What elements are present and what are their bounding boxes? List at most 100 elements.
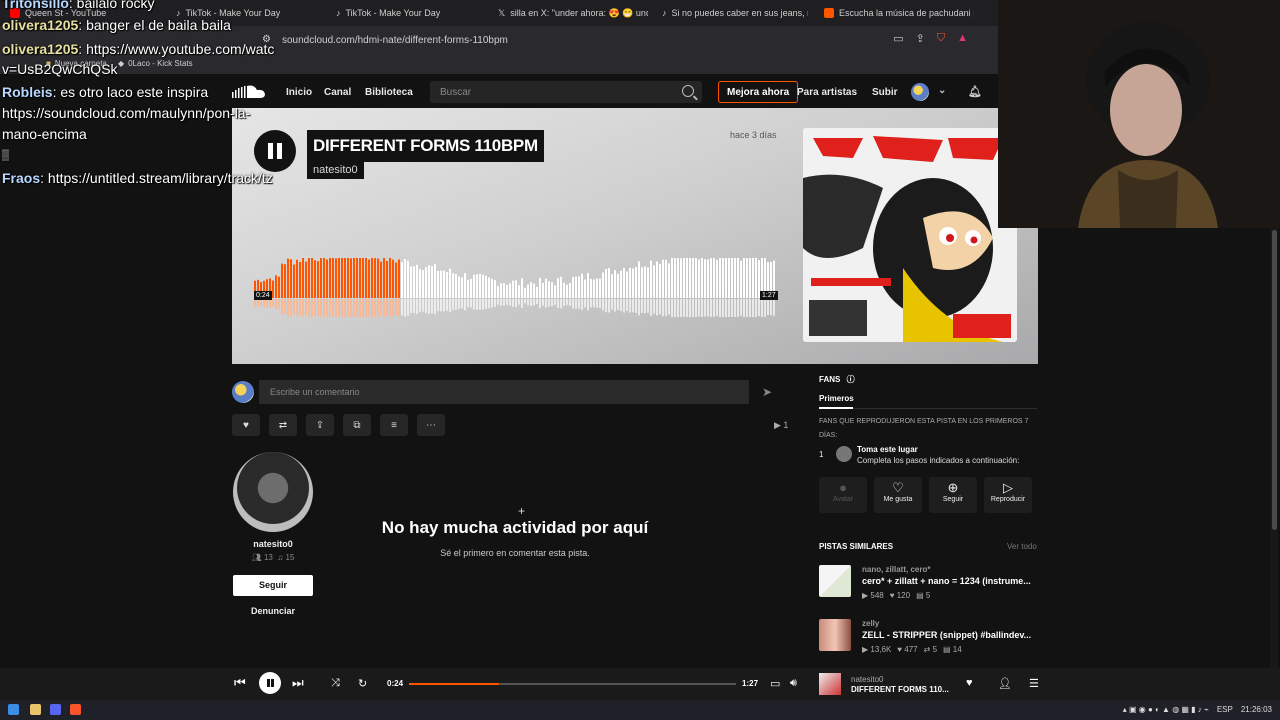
likes-value: 120 [896,591,911,600]
comment-input[interactable]: Escribe un comentario [259,380,749,404]
like-button[interactable]: ♥ [232,414,260,436]
progress-bar[interactable] [409,683,736,685]
waveform-bar [680,258,682,298]
add-to-playlist-button[interactable]: ≡ [380,414,408,436]
chevron-down-icon[interactable]: ⌄ [938,85,946,96]
send-icon[interactable]: ➤ [762,385,776,399]
pause-button[interactable] [254,130,296,172]
waveform-bar [467,279,469,298]
scrollbar-thumb[interactable] [1272,230,1277,530]
player-like-icon[interactable]: ♥ [966,677,973,689]
share-button[interactable]: ⇪ [306,414,334,436]
uploader-avatar[interactable] [233,452,313,532]
player-title[interactable]: DIFFERENT FORMS 110... [851,685,949,694]
nav-feed[interactable]: Canal [324,87,351,98]
copy-link-button[interactable]: ⧉ [343,414,371,436]
tracks-count[interactable]: 15 [286,553,295,562]
screen: Queen St - YouTube ♪ TikTok - Make Your … [0,0,1280,720]
waveform-reflection [695,299,697,317]
cast-icon[interactable]: ▭ [893,32,903,45]
waveform-bar [497,285,499,298]
waveform-bar [473,274,475,298]
step-follow[interactable]: ⊕ Seguir [929,477,977,513]
follow-icon[interactable]: 👤︎ [998,677,1012,690]
chat-text: https://untitled.stream/library/track/tz [47,170,273,186]
share-icon[interactable]: ⇪ [916,32,925,45]
similar-track[interactable]: nano, zillatt, cero* cero* + zillatt + n… [819,565,1039,607]
bookmark-kickstats[interactable]: ◆ 0Laco - Kick Stats [118,59,193,68]
waveform-reflection [389,299,391,317]
similar-track-artist[interactable]: nano, zillatt, cero* [862,565,930,574]
brave-icon[interactable] [70,704,81,715]
player-track-thumb[interactable] [819,673,841,695]
waveform-bar [752,258,754,298]
soundcloud-logo-icon[interactable] [232,84,266,100]
more-icon: ⋯ [426,419,436,431]
tiktok-icon: ♪ [662,8,667,18]
uploader-name[interactable]: natesito0 [233,539,313,549]
similar-track-title[interactable]: cero* + zillatt + nano = 1234 (instrume.… [862,576,1037,586]
waveform[interactable] [254,256,776,320]
report-button[interactable]: Denunciar [233,606,313,616]
discord-icon[interactable] [50,704,61,715]
bell-icon[interactable]: 🔔︎ [968,85,982,98]
search-icon[interactable] [682,85,694,97]
waveform-reflection [287,299,289,317]
next-icon[interactable]: ⏭︎ [292,675,304,691]
waveform-reflection [308,299,310,317]
info-icon[interactable]: ⓘ [847,375,855,384]
tray-icons[interactable]: ▴ ▣ ◉ ● ◐ ▲ ◍ ▦ ▮ ♪ ⌁ [1123,705,1209,714]
player-pause-button[interactable] [259,672,281,694]
step-label: Seguir [942,496,964,503]
fans-description: FANS QUE REPRODUJERON ESTA PISTA EN LOS … [819,418,1029,439]
waveform-bar [635,267,637,298]
track-artist[interactable]: natesito0 [307,161,364,179]
rewards-icon[interactable]: ▲ [957,32,968,45]
user-avatar[interactable] [911,83,929,101]
shuffle-icon[interactable]: ⤨ [331,677,340,690]
tab-tiktok-2[interactable]: ♪ TikTok - Make Your Day [336,5,486,21]
upgrade-button[interactable]: Mejora ahora [718,81,799,103]
tab-soundcloud[interactable]: Escucha la música de pachudani | D... [824,5,974,21]
nav-home[interactable]: Inicio [286,87,312,98]
start-icon[interactable] [8,704,19,715]
clock[interactable]: 21:26:03 [1241,705,1272,714]
url-field[interactable]: soundcloud.com/hdmi-nate/different-forms… [282,35,508,46]
step-like[interactable]: ♡ Me gusta [874,477,922,513]
search-input[interactable]: Buscar [430,81,702,103]
see-all-link[interactable]: Ver todo [1007,542,1037,551]
more-button[interactable]: ⋯ [417,414,445,436]
similar-track-thumb[interactable] [819,619,851,651]
waveform-bar [413,266,415,298]
waveform-bar [494,280,496,298]
similar-track[interactable]: zelly ZELL - STRIPPER (snippet) #ballind… [819,619,1039,661]
player-artist[interactable]: natesito0 [851,675,883,684]
cast-icon[interactable]: ▭ [770,677,780,690]
follow-button[interactable]: Seguir [233,575,313,596]
queue-icon[interactable]: ☰ [1029,677,1039,690]
tab-x[interactable]: 𝕏 silla en X: "under ahora: 😍 😁 unde... [498,5,648,21]
waveform-reflection [374,299,376,317]
followers-count[interactable]: 13 [264,553,273,562]
waveform-reflection [527,299,529,306]
waveform-reflection [266,299,268,308]
nav-library[interactable]: Biblioteca [365,87,413,98]
similar-track-title[interactable]: ZELL - STRIPPER (snippet) #ballindev... [862,630,1037,640]
track-actions: ♥ ⇄ ⇪ ⧉ ≡ ⋯ [232,414,445,436]
similar-track-artist[interactable]: zelly [862,619,879,628]
volume-icon[interactable]: 🔊︎ [790,677,797,690]
for-artists-link[interactable]: Para artistas [797,87,857,98]
step-play[interactable]: ▷ Reproducir [984,477,1032,513]
explorer-icon[interactable] [30,704,41,715]
waveform-bar [599,278,601,298]
similar-track-thumb[interactable] [819,565,851,597]
tab-first-fans[interactable]: Primeros [819,394,854,403]
tab-tiktok-3[interactable]: ♪ Si no puedes caber en sus jeans, no ..… [662,5,808,21]
waveform-bar [482,274,484,298]
brave-shield-icon[interactable]: ⛉ [937,32,945,45]
language-indicator[interactable]: ESP [1217,705,1233,714]
upload-link[interactable]: Subir [872,87,898,98]
previous-icon[interactable]: ⏮︎ [234,675,246,691]
repeat-icon[interactable]: ↻ [358,677,367,690]
repost-button[interactable]: ⇄ [269,414,297,436]
